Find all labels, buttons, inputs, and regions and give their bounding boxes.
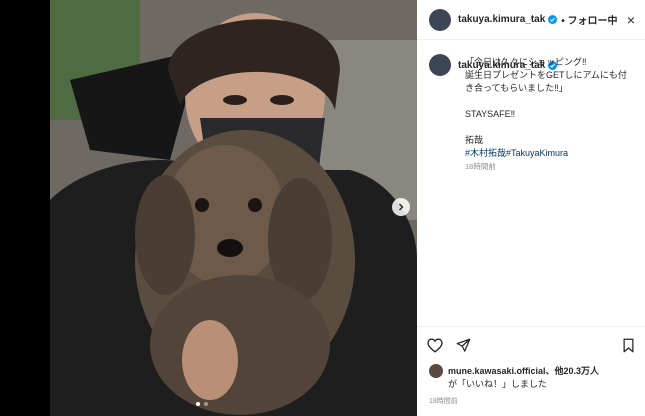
caption-staysafe: STAYSAFE‼ (465, 109, 516, 119)
caption-line: 「今日は久々にショッピング‼ (465, 57, 587, 67)
carousel-indicator (196, 402, 208, 406)
carousel-dot (204, 402, 208, 406)
caption-avatar[interactable] (429, 54, 451, 76)
liker-avatar[interactable] (429, 364, 443, 378)
likes-line-1[interactable]: mune.kawasaki.official、他20.3万人 (448, 365, 599, 377)
share-icon[interactable] (456, 338, 471, 353)
verified-badge-icon (548, 15, 558, 24)
caption-text: 「今日は久々にショッピング‼ 誕生日プレゼントをGETしにアムにも付 き合っても… (465, 56, 635, 173)
carousel-dot-active (196, 402, 200, 406)
action-bar (417, 326, 645, 364)
next-arrow-icon (399, 203, 404, 211)
heart-icon[interactable] (427, 338, 443, 353)
likes-line-2: が「いいね！」しました (448, 379, 548, 389)
next-photo-button[interactable] (392, 198, 410, 216)
caption-hashtags[interactable]: #木村拓哉#TakuyaKimura (465, 147, 635, 160)
header-username[interactable]: takuya.kimura_tak (458, 14, 545, 25)
avatar[interactable] (429, 8, 451, 31)
bookmark-icon[interactable] (622, 338, 635, 353)
caption-signature: 拓哉 (465, 135, 484, 145)
post-sidebar: takuya.kimura_tak • フォロー中 × takuya.kimur… (417, 0, 645, 416)
caption-line: 誕生日プレゼントをGETしにアムにも付 (465, 70, 627, 80)
post-timestamp: 18時間前 (429, 398, 458, 405)
post-header: takuya.kimura_tak • フォロー中 × (417, 0, 645, 40)
caption-line: き合ってもらいました‼」 (465, 83, 568, 93)
following-button[interactable]: • フォロー中 (561, 12, 617, 27)
caption-timestamp: 18時間前 (465, 162, 496, 171)
photo-illustration (50, 0, 417, 416)
likes-summary: mune.kawasaki.official、他20.3万人 が「いいね！」しま… (429, 364, 639, 390)
post-photo[interactable] (50, 0, 417, 416)
close-icon[interactable]: × (627, 13, 635, 27)
